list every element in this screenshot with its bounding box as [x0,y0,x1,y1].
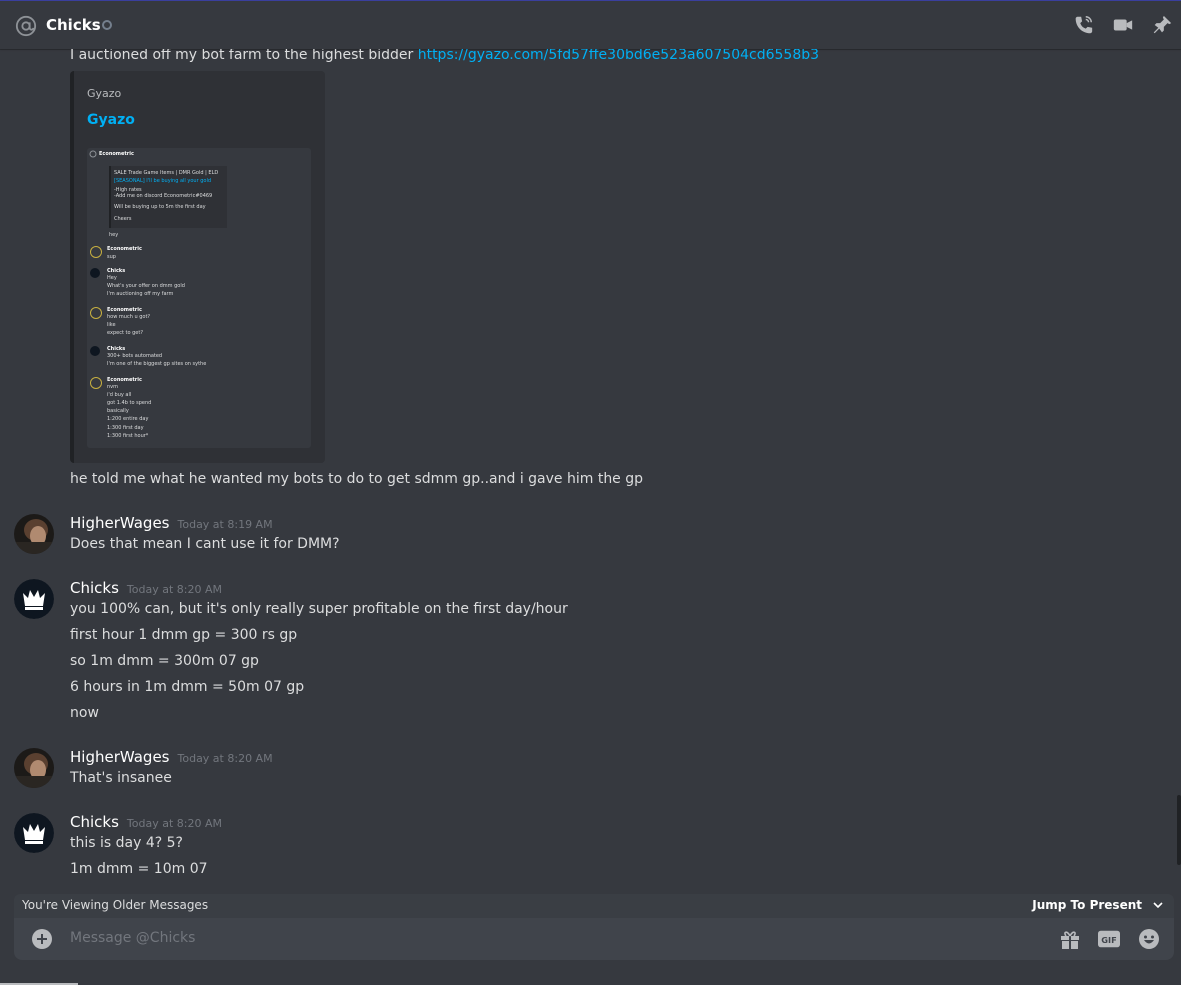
chevron-down-icon[interactable] [1152,899,1164,911]
thumb-line: i'd buy all [107,392,132,398]
message-input[interactable]: Message @Chicks [70,930,195,946]
page-title: Chicks [46,16,101,34]
timestamp: Today at 8:20 AM [126,583,222,596]
pin-icon[interactable] [1151,14,1173,36]
message-text: you 100% can, but it's only really super… [70,601,568,617]
thumb-line: 300+ bots automated [107,353,163,359]
message-author[interactable]: Chicks Today at 8:20 AM [70,813,222,831]
timestamp: Today at 8:19 AM [177,518,273,531]
gift-icon[interactable] [1059,928,1081,950]
author-name[interactable]: Chicks [70,579,119,597]
thumb-line: Will be buying up to 5m the first day [114,204,206,210]
avatar[interactable] [14,579,54,619]
author-name[interactable]: Chicks [70,813,119,831]
thumb-line: got 1.4b to spend [107,400,152,406]
thumb-line: What's your offer on dmm gold [107,283,185,289]
gyazo-link[interactable]: https://gyazo.com/5fd57ffe30bd6e523a6075… [418,49,819,63]
crown-icon [14,579,54,619]
emoji-icon[interactable] [1138,928,1160,950]
thumb-line: Econometric [99,151,134,157]
thumb-line: hey [109,232,119,238]
message-content: I auctioned off my bot farm to the highe… [70,49,819,63]
message-author[interactable]: HigherWages Today at 8:20 AM [70,748,273,766]
message-list[interactable]: I auctioned off my bot farm to the highe… [0,49,1176,894]
avatar[interactable] [14,748,54,788]
avatar [90,346,100,356]
message-text: 1m dmm = 10m 07 [70,861,208,877]
thumb-line: Econometric [107,307,142,313]
message-text: he told me what he wanted my bots to do … [70,471,644,487]
user-photo-icon [14,514,54,554]
message-text: Does that mean I cant use it for DMM? [70,536,340,552]
thumb-line: like [107,322,116,328]
avatar[interactable] [14,514,54,554]
thumb-line: -Add me on discord Econometric#0469 [114,193,213,199]
embed-title[interactable]: Gyazo [87,112,135,128]
message-text: 6 hours in 1m dmm = 50m 07 gp [70,679,305,695]
timestamp: Today at 8:20 AM [177,752,273,765]
message-composer[interactable]: Message @Chicks GIF [14,918,1174,960]
crown-icon [14,813,54,853]
avatar [90,268,100,278]
thumb-line: Chicks [107,268,126,274]
thumb-line: I'm auctioning off my farm [107,291,174,297]
thumb-line: expect to get? [107,330,143,336]
avatar [90,377,102,389]
timestamp: Today at 8:20 AM [126,817,222,830]
thumb-line: how much u got? [107,314,151,320]
user-photo-icon [14,748,54,788]
thumb-line: sup [107,254,116,260]
thumb-line: basically [107,408,129,414]
gif-icon[interactable]: GIF [1098,928,1120,950]
message-author[interactable]: HigherWages Today at 8:19 AM [70,514,273,532]
thumb-line: Econometric [107,377,142,383]
link-embed: Gyazo Gyazo Econometric SALE Trade Game … [70,71,325,463]
at-icon [15,15,37,37]
avatar [90,246,102,258]
thumb-line: 1:300 first hour* [107,433,149,439]
thumb-line: Chicks [107,346,126,352]
message-text: now [70,705,99,721]
author-name[interactable]: HigherWages [70,514,170,532]
video-icon[interactable] [1112,14,1134,36]
message-author[interactable]: Chicks Today at 8:20 AM [70,579,222,597]
at-icon [89,150,97,158]
embed-provider: Gyazo [87,87,122,100]
message-text: so 1m dmm = 300m 07 gp [70,653,259,669]
thumb-line: 1:300 first day [107,425,144,431]
message-text: I auctioned off my bot farm to the highe… [70,49,414,63]
older-messages-bar[interactable]: You're Viewing Older Messages Jump To Pr… [14,894,1174,918]
avatar[interactable] [14,813,54,853]
thumb-line: Hey [107,275,117,281]
jump-to-present-button[interactable]: Jump To Present [1032,898,1142,912]
svg-text:GIF: GIF [1101,935,1116,945]
message-text: this is day 4? 5? [70,835,183,851]
embed-thumbnail[interactable]: Econometric SALE Trade Game Items | DMR … [87,148,311,448]
thumb-line: Cheers [114,216,132,222]
scrollbar-thumb[interactable] [1177,795,1181,865]
thumb-line: SALE Trade Game Items | DMR Gold | ELD [114,170,219,176]
upload-plus-icon[interactable] [32,929,52,949]
thumb-line: I'm one of the biggest gp sites on sythe [107,361,207,367]
thumb-line: nvm [107,384,118,390]
avatar [90,307,102,319]
channel-header: Chicks [0,0,1181,49]
thumb-line: Econometric [107,246,142,252]
offline-status-icon [102,20,112,30]
thumb-line: [SEASONAL] I'll be buying all your gold [114,178,212,184]
message-text: That's insanee [70,770,172,786]
message-text: first hour 1 dmm gp = 300 rs gp [70,627,298,643]
thumb-line: 1:200 entire day [107,416,149,422]
older-messages-label: You're Viewing Older Messages [22,898,209,912]
call-icon[interactable] [1072,14,1094,36]
author-name[interactable]: HigherWages [70,748,170,766]
